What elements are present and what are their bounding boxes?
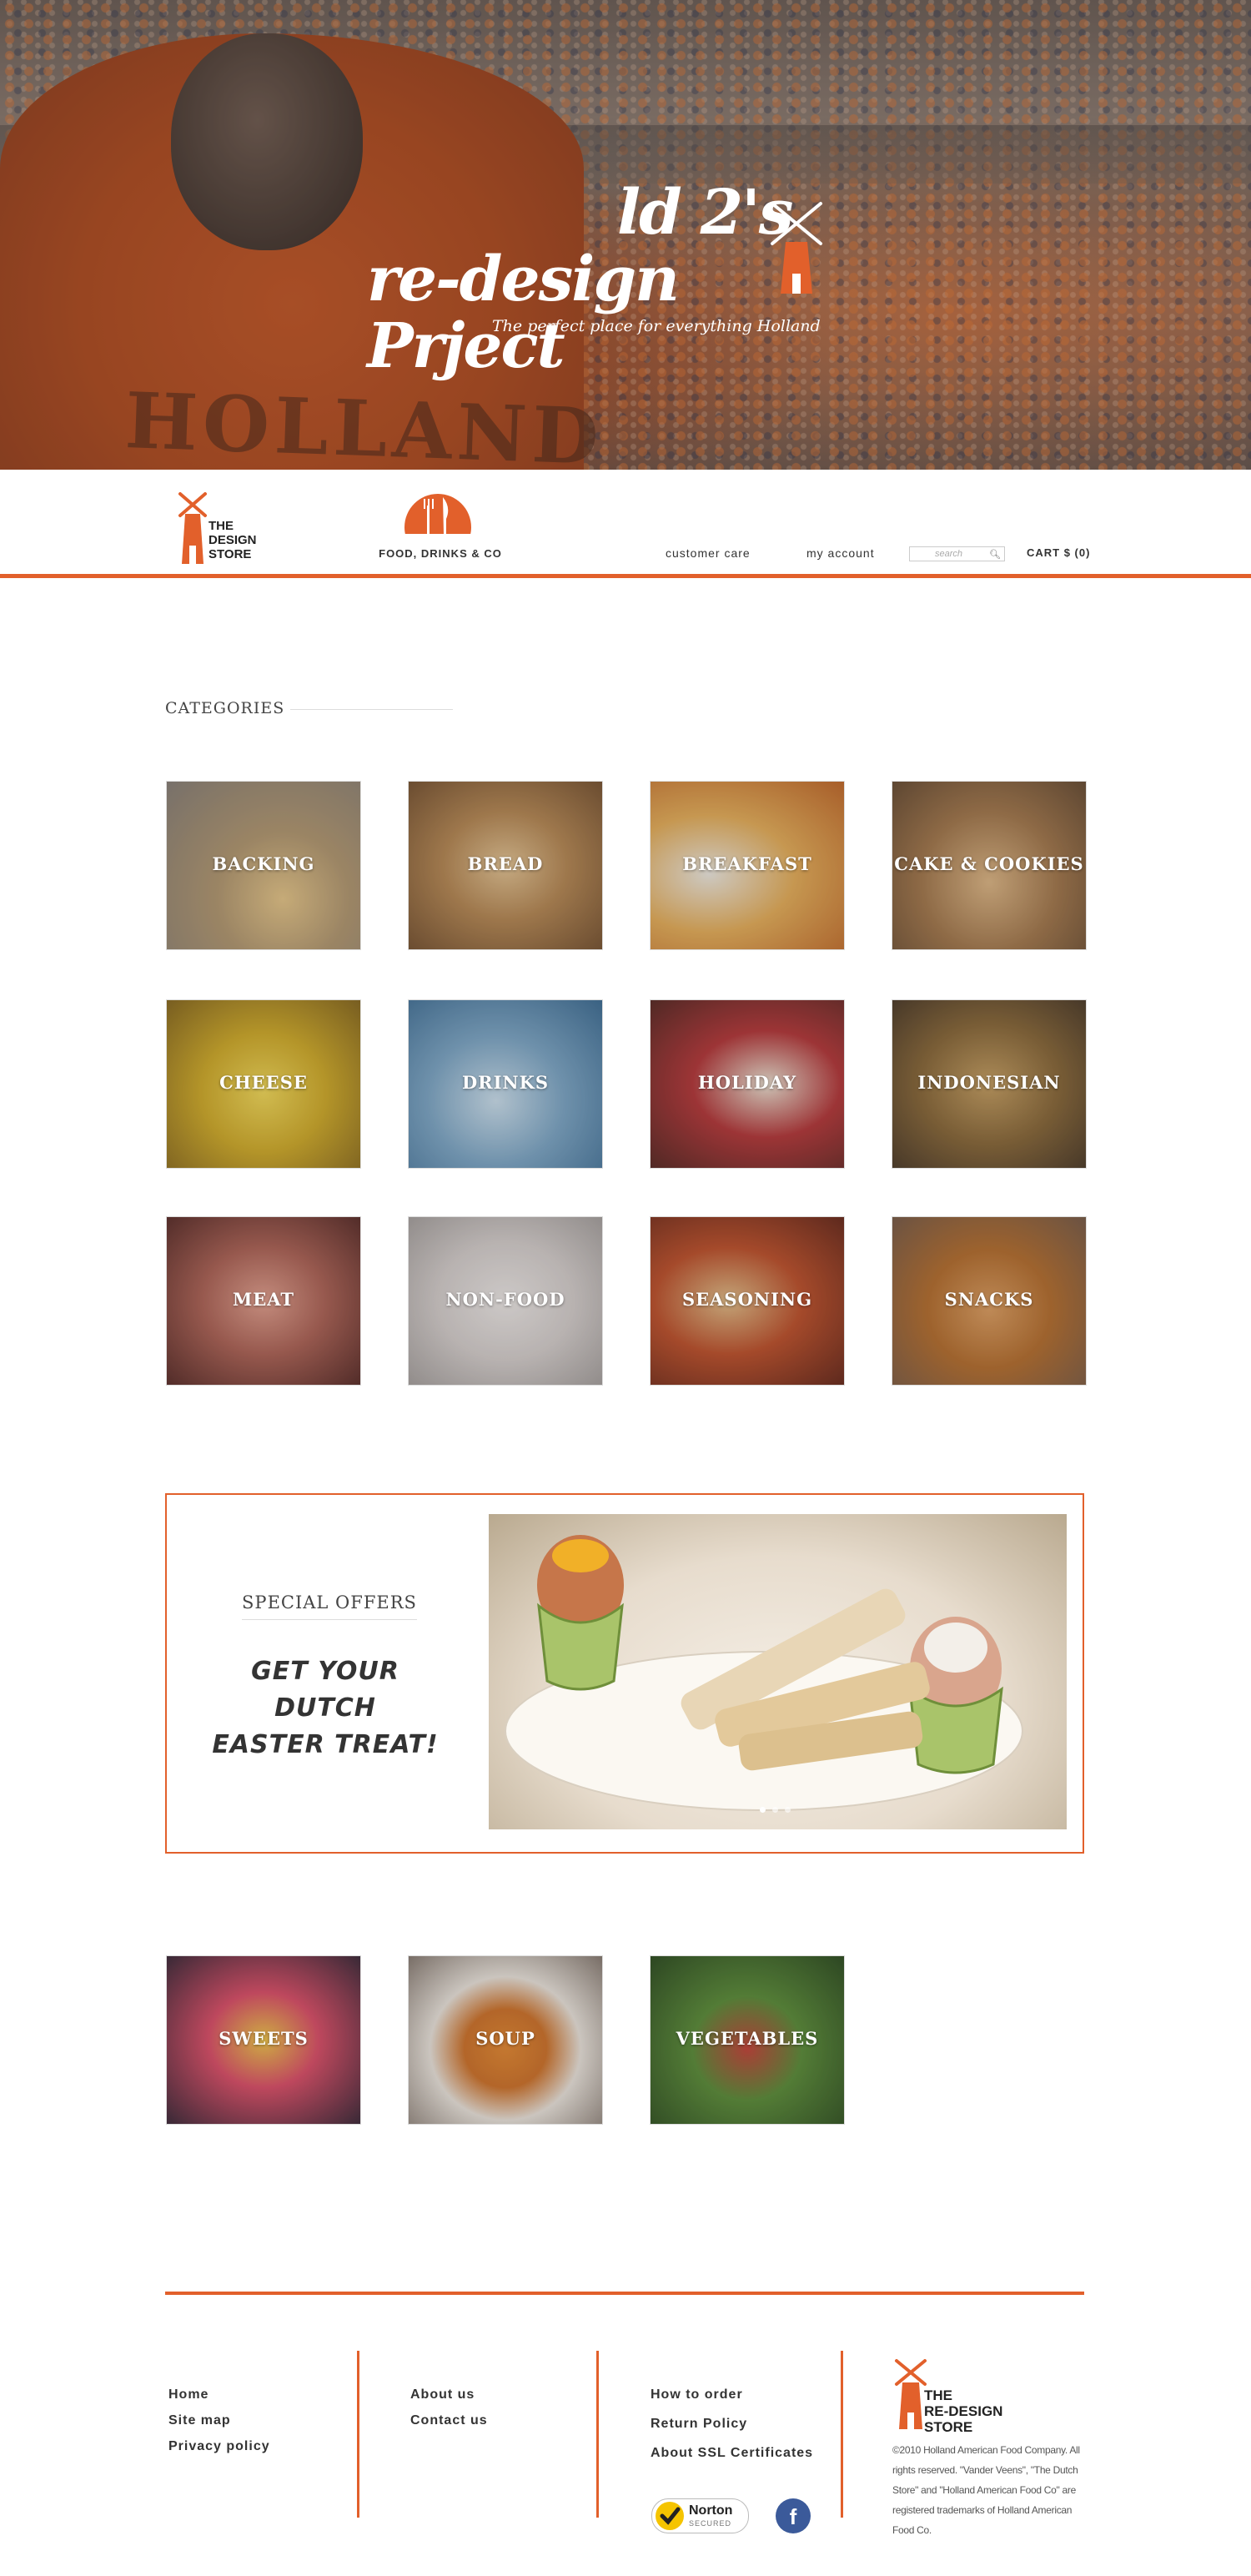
category-tile-breakfast[interactable]: BREAKFAST bbox=[650, 781, 845, 950]
food-drinks-link[interactable]: FOOD, DRINKS & CO bbox=[374, 547, 507, 560]
facebook-icon[interactable]: f bbox=[776, 2498, 811, 2533]
offers-slideshow-image[interactable] bbox=[489, 1514, 1067, 1829]
category-tile-snacks[interactable]: SNACKS bbox=[892, 1216, 1087, 1386]
category-tile-bread[interactable]: BREAD bbox=[408, 781, 603, 950]
cart-link[interactable]: CART $ (0) bbox=[1027, 546, 1090, 559]
footer-link-how-to-order[interactable]: How to order bbox=[651, 2387, 813, 2402]
category-label: BREAKFAST bbox=[682, 853, 812, 874]
category-tile-non-food[interactable]: NON-FOOD bbox=[408, 1216, 603, 1386]
categories-title: CATEGORIES bbox=[165, 699, 285, 717]
hero-title-line2: re-design Prject bbox=[367, 244, 680, 382]
hero-title-line1: ld 2's bbox=[617, 177, 793, 249]
category-tile-meat[interactable]: MEAT bbox=[166, 1216, 361, 1386]
my-account-link[interactable]: my account bbox=[806, 546, 875, 560]
category-label: CHEESE bbox=[219, 1072, 308, 1093]
offers-tagline[interactable]: GET YOUR DUTCH EASTER TREAT! bbox=[200, 1653, 450, 1763]
norton-secured-badge[interactable]: Norton SECURED bbox=[651, 2498, 749, 2533]
category-tile-cheese[interactable]: CHEESE bbox=[166, 999, 361, 1169]
category-tile-sweets[interactable]: SWEETS bbox=[166, 1955, 361, 2125]
footer-link-contact[interactable]: Contact us bbox=[410, 2413, 488, 2428]
footer-windmill-icon bbox=[895, 2359, 927, 2429]
category-tile-drinks[interactable]: DRINKS bbox=[408, 999, 603, 1169]
category-label: MEAT bbox=[232, 1289, 295, 1310]
category-tile-cake-cookies[interactable]: CAKE & COOKIES bbox=[892, 781, 1087, 950]
hero-subtitle: The perfect place for everything Holland bbox=[492, 317, 821, 335]
customer-care-link[interactable]: customer care bbox=[666, 546, 751, 560]
footer-col-3: How to order Return Policy About SSL Cer… bbox=[651, 2387, 813, 2472]
footer-separator bbox=[357, 2351, 359, 2518]
category-label: INDONESIAN bbox=[917, 1072, 1061, 1093]
category-tile-seasoning[interactable]: SEASONING bbox=[650, 1216, 845, 1386]
category-label: SWEETS bbox=[219, 2028, 309, 2049]
footer-link-ssl[interactable]: About SSL Certificates bbox=[651, 2446, 813, 2461]
special-offers-title: SPECIAL OFFERS bbox=[242, 1592, 417, 1620]
footer-logo-text[interactable]: THE RE-DESIGN STORE bbox=[924, 2387, 1002, 2435]
category-label: BACKING bbox=[212, 853, 315, 874]
category-label: SOUP bbox=[475, 2028, 535, 2049]
copyright-text: ©2010 Holland American Food Company. All… bbox=[892, 2444, 1080, 2536]
search-icon[interactable]: 🔍︎ bbox=[989, 548, 1001, 561]
category-tile-indonesian[interactable]: INDONESIAN bbox=[892, 999, 1087, 1169]
fork-knife-icon[interactable] bbox=[404, 491, 471, 534]
footer-link-privacy[interactable]: Privacy policy bbox=[168, 2439, 270, 2454]
footer-link-about[interactable]: About us bbox=[410, 2387, 488, 2402]
category-label: CAKE & COOKIES bbox=[894, 853, 1084, 874]
search-input[interactable]: search 🔍︎ bbox=[909, 546, 1005, 561]
category-label: BREAD bbox=[467, 853, 544, 874]
store-logo-text[interactable]: THE DESIGN STORE bbox=[208, 519, 257, 561]
windmill-icon bbox=[771, 202, 822, 294]
footer-separator bbox=[596, 2351, 599, 2518]
footer-col-1: Home Site map Privacy policy bbox=[168, 2387, 270, 2465]
slideshow-dots[interactable] bbox=[760, 1802, 797, 1817]
category-label: SEASONING bbox=[681, 1289, 813, 1310]
footer-link-return-policy[interactable]: Return Policy bbox=[651, 2417, 813, 2432]
divider bbox=[290, 709, 453, 710]
easter-eggs-illustration bbox=[505, 1535, 1023, 1811]
category-tile-backing[interactable]: BACKING bbox=[166, 781, 361, 950]
footer-link-site-map[interactable]: Site map bbox=[168, 2413, 270, 2428]
hero-title: ld 2's re-design Prject bbox=[367, 179, 834, 380]
category-label: DRINKS bbox=[461, 1072, 550, 1093]
site-header bbox=[0, 470, 1251, 578]
category-label: NON-FOOD bbox=[445, 1289, 565, 1310]
category-tile-holiday[interactable]: HOLIDAY bbox=[650, 999, 845, 1169]
category-label: HOLIDAY bbox=[697, 1072, 797, 1093]
category-tile-soup[interactable]: SOUP bbox=[408, 1955, 603, 2125]
footer-link-home[interactable]: Home bbox=[168, 2387, 270, 2402]
footer-separator bbox=[841, 2351, 843, 2518]
category-label: VEGETABLES bbox=[676, 2028, 819, 2049]
footer-col-2: About us Contact us bbox=[410, 2387, 488, 2439]
category-label: SNACKS bbox=[944, 1289, 1034, 1310]
footer-divider bbox=[165, 2292, 1084, 2295]
special-offers-panel: SPECIAL OFFERS GET YOUR DUTCH EASTER TRE… bbox=[165, 1493, 1084, 1854]
norton-check-icon bbox=[656, 2502, 684, 2530]
category-tile-vegetables[interactable]: VEGETABLES bbox=[650, 1955, 845, 2125]
